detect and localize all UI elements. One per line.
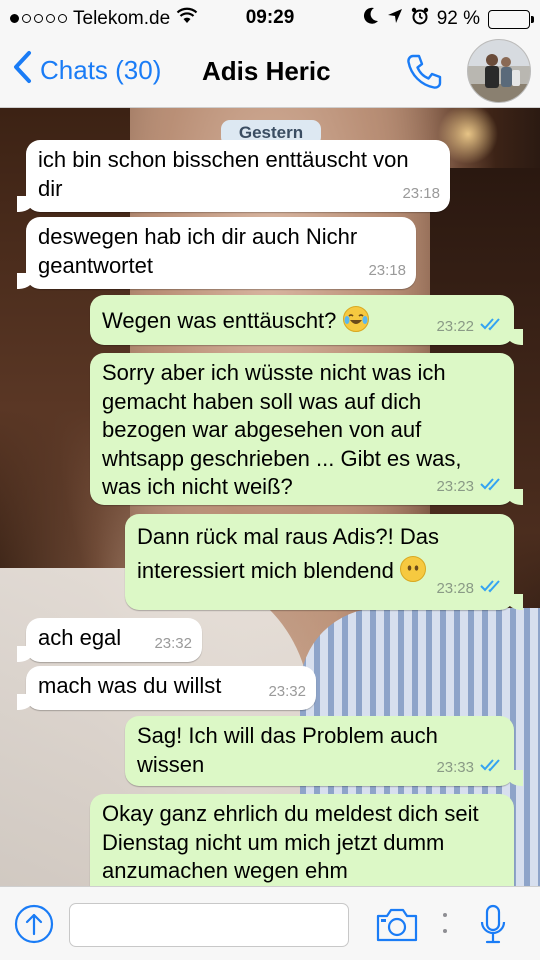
read-ticks-icon bbox=[480, 313, 504, 342]
message-text: deswegen hab ich dir auch Nichr geantwor… bbox=[38, 224, 358, 278]
location-arrow-icon bbox=[387, 8, 403, 30]
message-time: 23:22 bbox=[436, 317, 474, 335]
chevron-left-icon bbox=[12, 50, 32, 91]
message-text: Okay ganz ehrlich du meldest dich seit D… bbox=[102, 801, 479, 883]
status-right: 92 % bbox=[363, 7, 534, 31]
message-bubble-incoming[interactable]: ach egal 23:32 bbox=[17, 618, 202, 662]
message-time: 23:23 bbox=[436, 477, 474, 495]
read-ticks-icon bbox=[480, 754, 504, 783]
message-text: Wegen was enttäuscht? bbox=[102, 308, 337, 333]
message-bubble-outgoing[interactable]: Sag! Ich will das Problem auch wissen 23… bbox=[125, 716, 523, 786]
battery-icon bbox=[488, 9, 534, 29]
message-bubble-incoming[interactable]: mach was du willst 23:32 bbox=[17, 666, 316, 710]
no-mouth-face-emoji-icon bbox=[399, 556, 426, 582]
battery-percent: 92 % bbox=[436, 8, 480, 29]
message-bubble-outgoing[interactable]: Dann rück mal raus Adis?! Das interessie… bbox=[125, 514, 523, 610]
laughing-tears-emoji-icon bbox=[342, 306, 369, 332]
message-time: 23:28 bbox=[436, 580, 474, 597]
message-time: 23:18 bbox=[402, 184, 440, 202]
camera-icon[interactable] bbox=[375, 907, 419, 948]
message-input[interactable] bbox=[69, 903, 349, 947]
microphone-icon[interactable] bbox=[480, 904, 506, 951]
back-label: Chats (30) bbox=[40, 55, 162, 85]
message-bubble-outgoing[interactable]: Wegen was enttäuscht? 23:22 bbox=[90, 295, 523, 345]
call-button[interactable] bbox=[404, 52, 444, 97]
alarm-icon bbox=[411, 7, 429, 31]
chat-header: Chats (30) Adis Heric bbox=[0, 36, 540, 108]
contact-name[interactable]: Adis Heric bbox=[202, 56, 331, 87]
composer-bar bbox=[0, 886, 540, 960]
message-text: ich bin schon bisschen enttäuscht von di… bbox=[38, 147, 409, 201]
moon-icon bbox=[363, 7, 379, 31]
more-dots-icon[interactable] bbox=[442, 911, 448, 940]
message-bubble-incoming[interactable]: deswegen hab ich dir auch Nichr geantwor… bbox=[17, 217, 416, 289]
phone-icon bbox=[404, 54, 444, 96]
read-ticks-icon bbox=[480, 572, 504, 606]
message-text: mach was du willst bbox=[38, 673, 222, 698]
message-text: Dann rück mal raus Adis?! Das interessie… bbox=[137, 524, 440, 583]
message-bubble-incoming[interactable]: ich bin schon bisschen enttäuscht von di… bbox=[17, 140, 450, 212]
status-bar: Telekom.de 09:29 92 % bbox=[0, 0, 540, 36]
chat-view[interactable]: Gestern ich bin schon bisschen enttäusch… bbox=[0, 108, 540, 886]
read-ticks-icon bbox=[480, 473, 504, 502]
message-bubble-outgoing[interactable]: Sorry aber ich wüsste nicht was ich gema… bbox=[90, 353, 523, 505]
message-time: 23:18 bbox=[368, 261, 406, 279]
message-time: 23:32 bbox=[154, 634, 192, 652]
back-button[interactable]: Chats (30) bbox=[12, 50, 161, 91]
message-time: 23:33 bbox=[436, 758, 474, 776]
upload-icon[interactable] bbox=[14, 904, 54, 949]
message-bubble-outgoing[interactable]: Okay ganz ehrlich du meldest dich seit D… bbox=[90, 794, 514, 886]
avatar[interactable] bbox=[467, 39, 531, 103]
message-time: 23:32 bbox=[268, 682, 306, 700]
